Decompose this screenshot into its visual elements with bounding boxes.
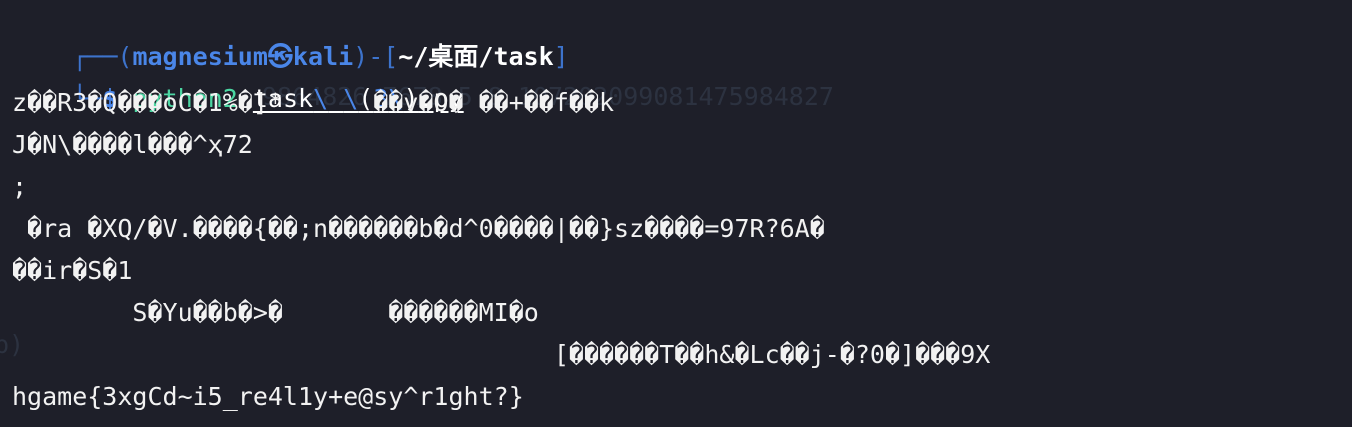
output-line-4: �ra �XQ/�V.����{��;n������b�d^0����|��}s…: [12, 214, 825, 243]
prompt-close-bracket: ]: [553, 42, 569, 71]
output-line-5: ��ir�S�1: [12, 256, 133, 285]
output-line-6: S�Yu��b�>� ������MI�o: [12, 298, 539, 327]
output-flag-line: hgame{3xgCd~i5_re4l1y+e@sy^r1ght?}: [12, 382, 524, 411]
output-line-2: J�N\����l���^ҳ72: [12, 130, 253, 159]
output-line-3: ;: [12, 172, 28, 201]
prompt-line-2: └─$ python2 task\ \(3\).py: [12, 42, 463, 113]
terminal-window[interactable]: 9864826 7678 5 8 107202099081475984827 p…: [0, 0, 1352, 427]
output-line-1: z��R3�Q���oC�1%�]* ��v�O� ��+��f��k: [12, 88, 615, 117]
prompt-line-1: ┌──(magnesium㉿kali)-[~/桌面/task]: [12, 0, 569, 71]
output-line-7: [������T��h&�Lc��j-�?0�]���9X: [12, 340, 991, 369]
